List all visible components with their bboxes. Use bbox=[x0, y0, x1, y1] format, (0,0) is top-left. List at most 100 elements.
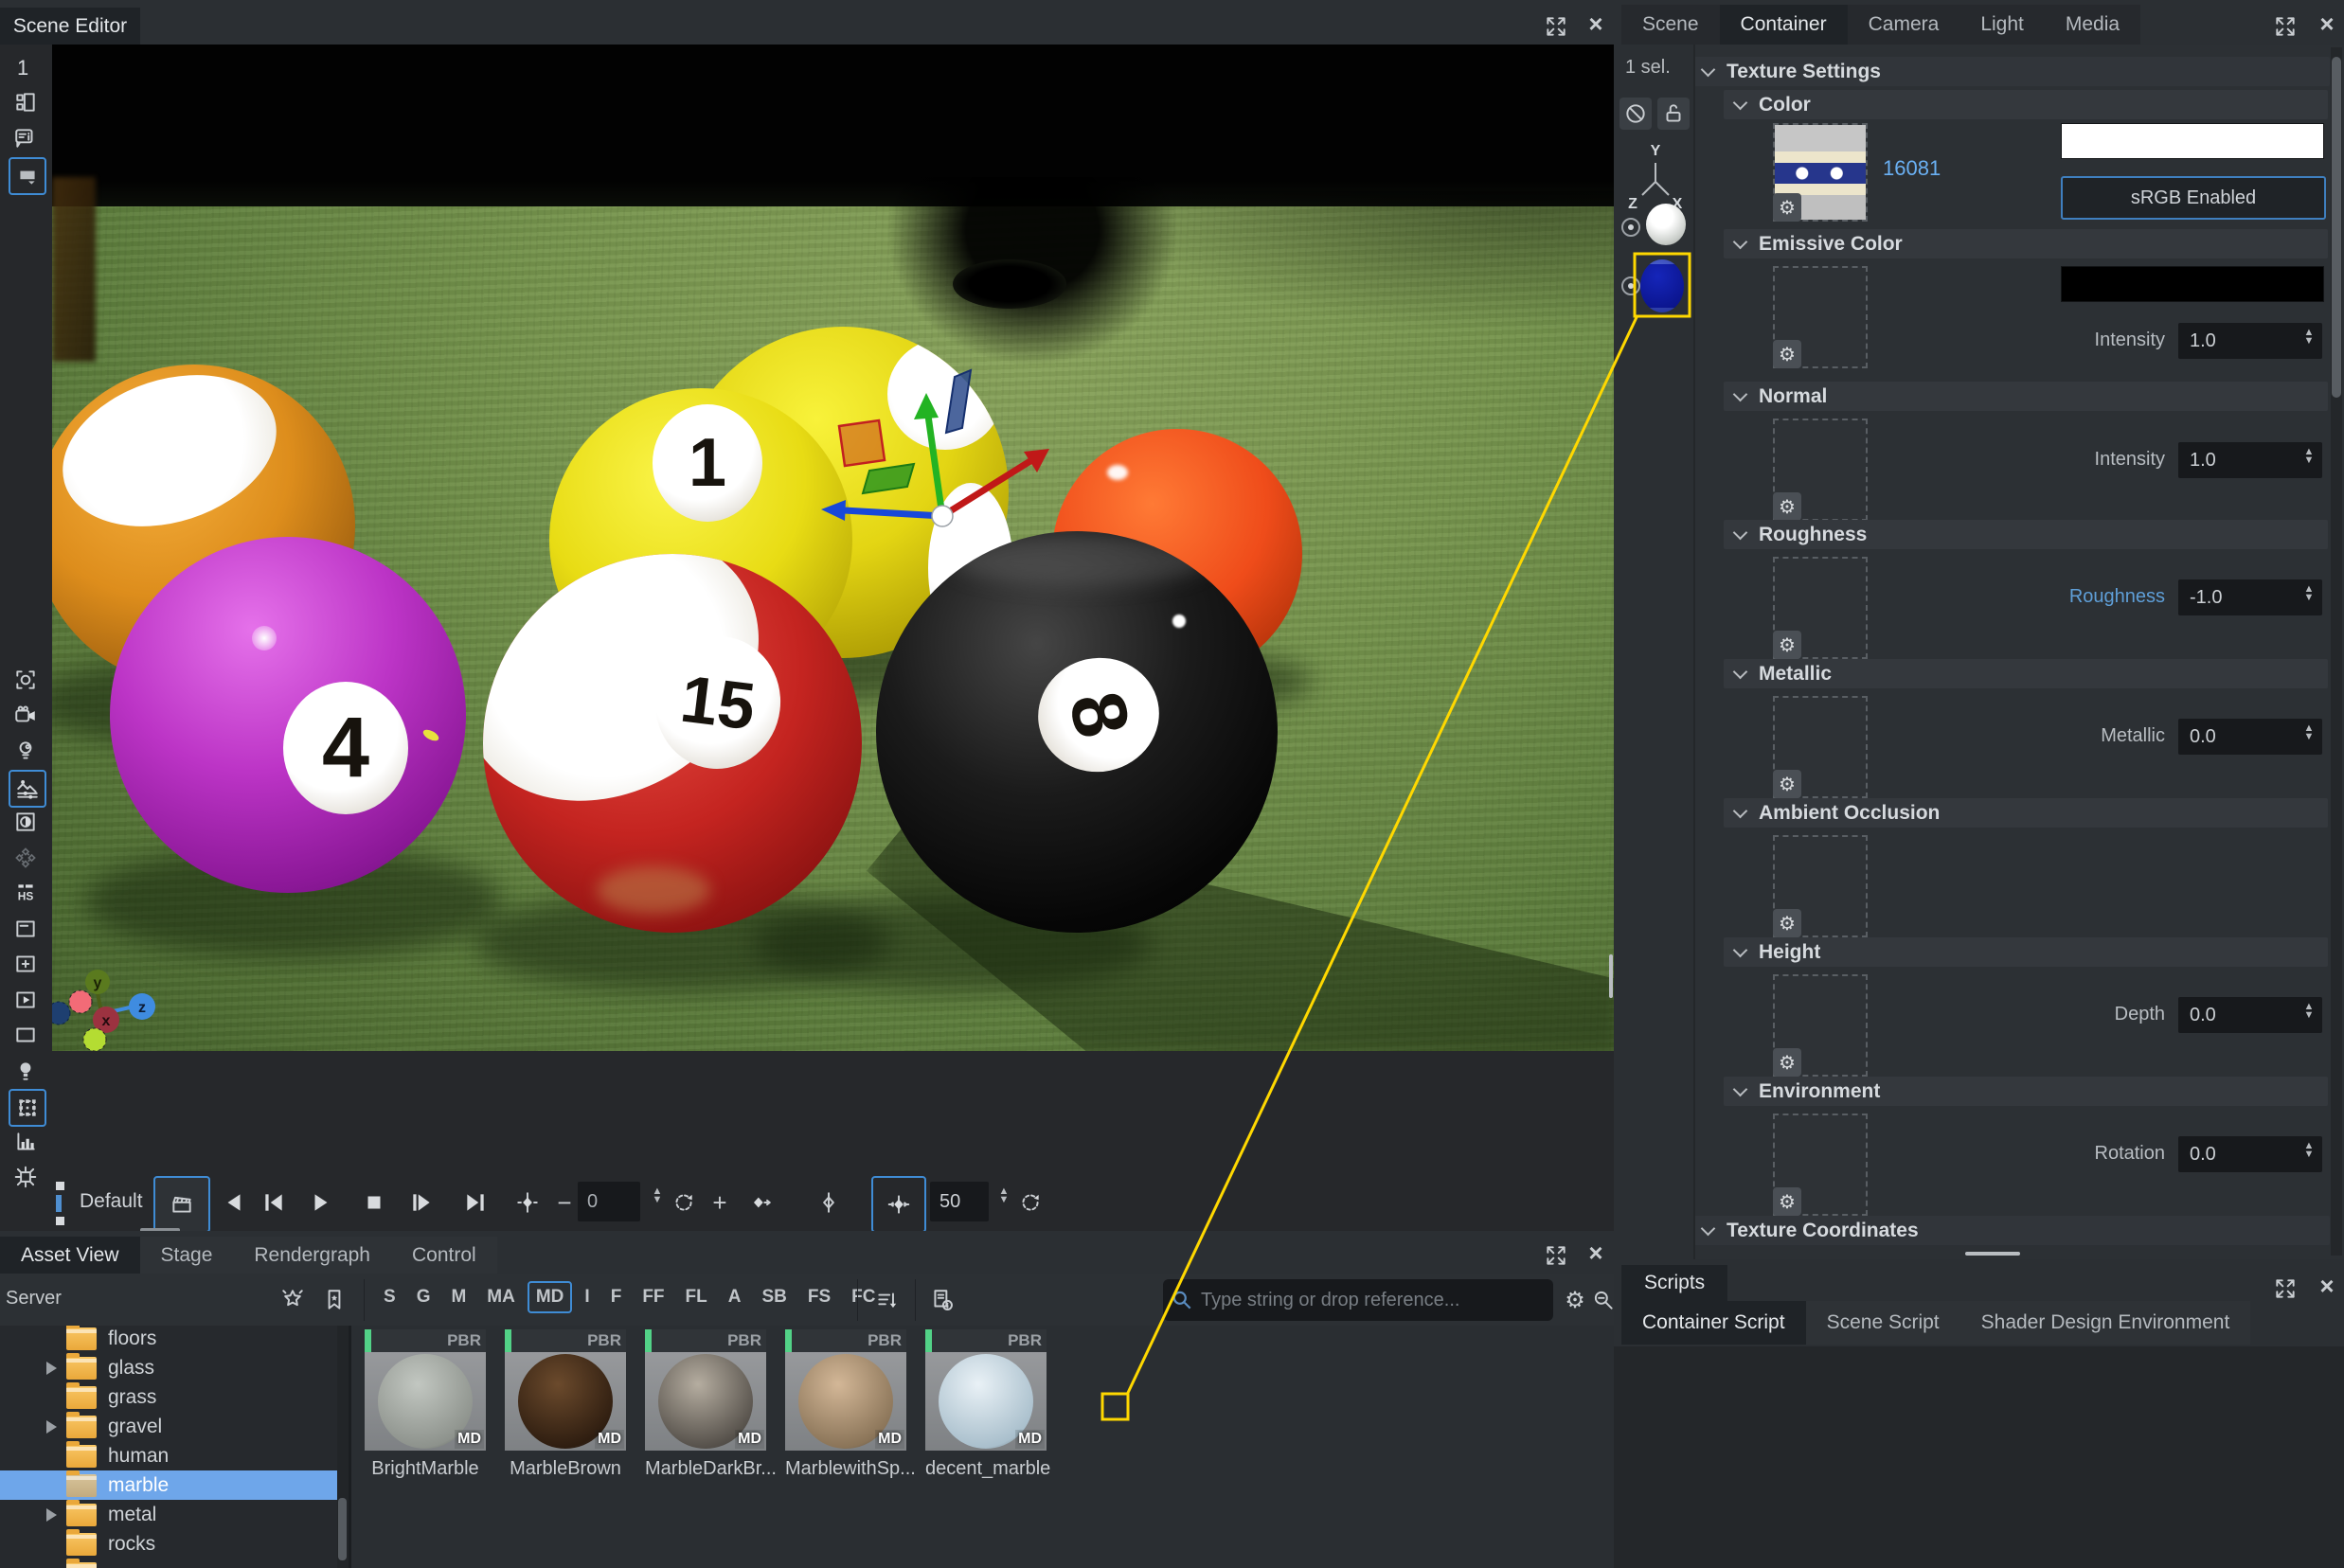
vertical-splitter-handle[interactable] bbox=[1609, 954, 1613, 998]
tab-scene-editor[interactable]: Scene Editor bbox=[0, 8, 140, 45]
panel-icon[interactable] bbox=[9, 912, 43, 946]
tree-scrollbar[interactable] bbox=[337, 1326, 349, 1568]
axis-navigator[interactable]: y z x bbox=[52, 925, 298, 1051]
folder-grass[interactable]: grass bbox=[0, 1382, 337, 1412]
tab-scene[interactable]: Scene bbox=[1621, 5, 1720, 45]
filter-sb[interactable]: SB bbox=[753, 1281, 795, 1313]
expand-panel-icon[interactable] bbox=[1544, 1243, 1568, 1268]
folder-human[interactable]: human bbox=[0, 1441, 337, 1470]
skip-end-button[interactable] bbox=[459, 1188, 492, 1217]
node-graph-icon[interactable] bbox=[9, 841, 43, 875]
horizontal-splitter-handle[interactable] bbox=[1965, 1252, 2020, 1256]
lock-open-icon[interactable] bbox=[1657, 98, 1690, 130]
bulb-icon[interactable] bbox=[9, 1054, 43, 1088]
texture-id-link[interactable]: 16081 bbox=[1883, 156, 1941, 181]
loop-frames-field[interactable]: 50 bbox=[930, 1182, 989, 1221]
record-clapper-button[interactable] bbox=[153, 1176, 210, 1233]
transform-gizmo[interactable] bbox=[52, 45, 1614, 1051]
gear-icon[interactable]: ⚙ bbox=[1773, 1048, 1801, 1077]
properties-scrollbar-thumb[interactable] bbox=[2332, 57, 2341, 398]
hs-icon[interactable]: HS bbox=[9, 876, 43, 910]
section-header-texture-coordinates[interactable]: Texture Coordinates bbox=[1691, 1216, 2330, 1245]
section-header-metallic[interactable]: Metallic bbox=[1724, 659, 2328, 688]
stats-icon[interactable] bbox=[9, 1125, 43, 1159]
loop-spinner[interactable]: ▲▼ bbox=[994, 1187, 1013, 1205]
section-header-height[interactable]: Height bbox=[1724, 937, 2328, 967]
texture-slot-empty[interactable]: ⚙ bbox=[1773, 835, 1868, 937]
srgb-enabled-button[interactable]: sRGB Enabled bbox=[2061, 176, 2326, 220]
expand-arrow-icon[interactable] bbox=[46, 1362, 57, 1375]
texture-slot-empty[interactable]: ⚙ bbox=[1773, 696, 1868, 798]
tab-rendergraph[interactable]: Rendergraph bbox=[233, 1237, 391, 1274]
search-filter-icon[interactable] bbox=[1591, 1286, 1616, 1314]
value-spinner[interactable]: ▲▼ bbox=[2299, 329, 2318, 347]
gear-icon[interactable]: ⚙ bbox=[1773, 909, 1801, 937]
material-sphere-white[interactable] bbox=[1646, 204, 1686, 245]
viewport-3d[interactable]: 1 15 4 8 bbox=[52, 45, 1614, 1051]
increment-frame-button[interactable]: + bbox=[708, 1186, 731, 1219]
folder-floors[interactable]: floors bbox=[0, 1326, 337, 1353]
viewport-layout-icon[interactable] bbox=[9, 85, 43, 119]
texture-slot-empty[interactable]: ⚙ bbox=[1773, 419, 1868, 521]
filter-md[interactable]: MD bbox=[528, 1281, 573, 1313]
camera-icon[interactable] bbox=[9, 699, 43, 733]
gear-icon[interactable]: ⚙ bbox=[1773, 193, 1801, 222]
value-spinner[interactable]: ▲▼ bbox=[2299, 585, 2318, 603]
skip-start-button[interactable] bbox=[258, 1188, 290, 1217]
step-forward-button[interactable] bbox=[405, 1188, 438, 1217]
keyframe-icon[interactable] bbox=[511, 1186, 544, 1219]
play-button[interactable] bbox=[305, 1188, 337, 1217]
value-spinner[interactable]: ▲▼ bbox=[2299, 1142, 2318, 1160]
emissive-color-swatch[interactable] bbox=[2061, 266, 2324, 302]
asset-MarbleBrown[interactable]: PBR MD MarbleBrown bbox=[505, 1329, 626, 1480]
asset-decent-marble[interactable]: PBR MD decent_marble bbox=[925, 1329, 1047, 1480]
texture-slot-empty[interactable]: ⚙ bbox=[1773, 266, 1868, 368]
expand-panel-icon[interactable] bbox=[2273, 14, 2298, 39]
section-header-color[interactable]: Color bbox=[1724, 90, 2328, 119]
display-mode-icon[interactable] bbox=[9, 157, 46, 195]
filter-g[interactable]: G bbox=[408, 1281, 439, 1313]
decrement-frame-button[interactable]: − bbox=[553, 1186, 576, 1219]
value-spinner[interactable]: ▲▼ bbox=[2299, 448, 2318, 466]
filter-fl[interactable]: FL bbox=[677, 1281, 716, 1313]
contrast-icon[interactable] bbox=[9, 805, 43, 839]
asset-MarbleDarkBr-[interactable]: PBR MD MarbleDarkBr... bbox=[645, 1329, 766, 1480]
folder-glass[interactable]: glass bbox=[0, 1353, 337, 1382]
filter-s[interactable]: S bbox=[375, 1281, 404, 1313]
color-texture-slot[interactable]: ⚙ bbox=[1773, 123, 1868, 222]
asset-BrightMarble[interactable]: PBR MD BrightMarble bbox=[365, 1329, 486, 1480]
folder-partial[interactable] bbox=[0, 1559, 337, 1568]
current-frame-field[interactable]: 0 bbox=[578, 1182, 640, 1221]
expand-panel-icon[interactable] bbox=[1544, 14, 1568, 39]
gear-icon[interactable]: ⚙ bbox=[1773, 1187, 1801, 1216]
filter-a[interactable]: A bbox=[720, 1281, 750, 1313]
keyframe-move-button[interactable] bbox=[871, 1176, 926, 1233]
annotation-info-icon[interactable] bbox=[9, 121, 43, 155]
section-header-roughness[interactable]: Roughness bbox=[1724, 520, 2328, 549]
tab-light[interactable]: Light bbox=[1959, 5, 2045, 45]
light-icon[interactable] bbox=[9, 734, 43, 768]
material-radio-white[interactable] bbox=[1621, 218, 1640, 237]
asset-info-icon[interactable] bbox=[926, 1284, 958, 1316]
frame-spinner[interactable]: ▲▼ bbox=[648, 1187, 667, 1205]
filter-i[interactable]: I bbox=[576, 1281, 598, 1313]
texture-slot-empty[interactable]: ⚙ bbox=[1773, 1114, 1868, 1216]
filter-ma[interactable]: MA bbox=[478, 1281, 524, 1313]
tab-container-script[interactable]: Container Script bbox=[1621, 1301, 1806, 1345]
gear-icon[interactable]: ⚙ bbox=[1773, 340, 1801, 368]
timeline-mini-slider[interactable] bbox=[56, 1182, 65, 1225]
stop-button[interactable] bbox=[358, 1188, 390, 1217]
keyframe-marker-icon[interactable] bbox=[813, 1186, 845, 1219]
selection-box-icon[interactable] bbox=[9, 1089, 46, 1127]
frame-icon[interactable] bbox=[9, 1018, 43, 1052]
asset-search-box[interactable]: Type string or drop reference... bbox=[1163, 1279, 1553, 1321]
color-swatch[interactable] bbox=[2061, 123, 2324, 159]
folder-marble[interactable]: marble bbox=[0, 1470, 337, 1500]
gear-icon[interactable]: ⚙ bbox=[1773, 631, 1801, 659]
gear-icon[interactable]: ⚙ bbox=[1773, 492, 1801, 521]
close-panel-icon[interactable]: × bbox=[1584, 1240, 1608, 1265]
capture-icon[interactable] bbox=[9, 663, 43, 697]
section-header-environment[interactable]: Environment bbox=[1724, 1077, 2328, 1106]
properties-scrollbar[interactable] bbox=[2331, 47, 2342, 1256]
sort-icon[interactable] bbox=[871, 1284, 904, 1316]
